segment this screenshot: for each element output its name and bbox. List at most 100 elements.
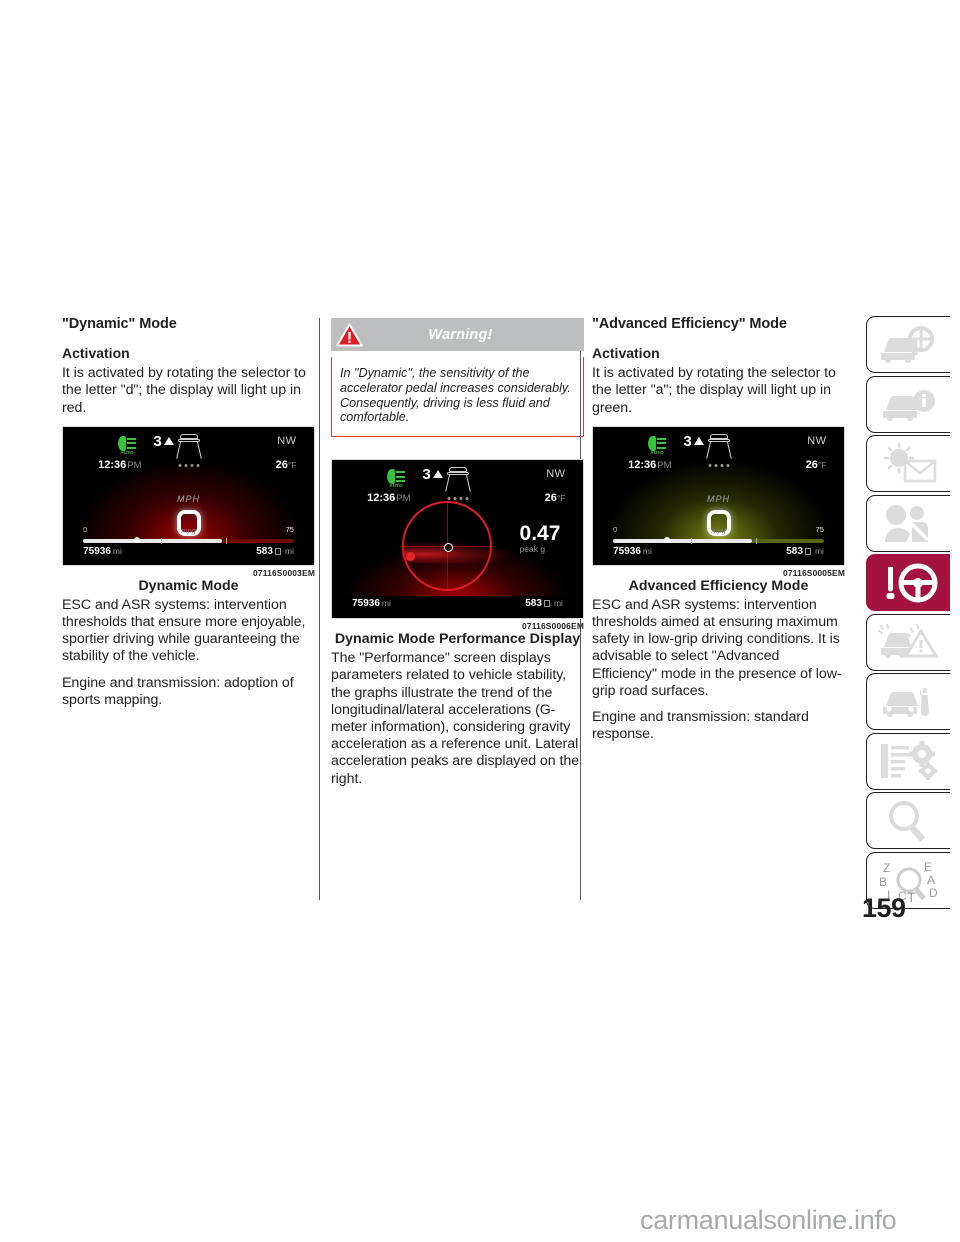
dynamic-mode-figure: AUTO 3 NW 12:36PM 26°F MPH 0 mpg 75 7593… bbox=[62, 425, 315, 595]
watermark: carmanualsonline.info bbox=[640, 1205, 897, 1235]
cluster-bottom-bar: 75936 mi 583 mi bbox=[352, 578, 563, 612]
page-dots-indicator bbox=[447, 497, 468, 501]
figure-caption-advanced: Advanced Efficiency Mode bbox=[628, 577, 809, 594]
odometer-value: 75936 mi bbox=[352, 598, 391, 610]
outside-temperature: 26°F bbox=[805, 458, 827, 471]
performance-description-text: The "Performance" screen displays parame… bbox=[331, 650, 580, 787]
sidebar-tab-maintenance[interactable] bbox=[866, 673, 950, 730]
sidebar-tab-search[interactable] bbox=[866, 792, 950, 849]
warning-triangle-icon bbox=[336, 323, 363, 347]
outside-temperature: 26°F bbox=[544, 492, 566, 505]
svg-text:B: B bbox=[879, 875, 887, 889]
cluster-clock: 12:36PM bbox=[628, 458, 672, 471]
figure-caption-dynamic: Dynamic Mode bbox=[138, 577, 239, 594]
dynamic-engine-text: Engine and transmission: adoption of spo… bbox=[62, 674, 294, 708]
svg-text:Z: Z bbox=[883, 861, 890, 875]
warning-title: Warning! bbox=[428, 326, 493, 343]
sidebar-tab-steering-wheel[interactable] bbox=[866, 554, 950, 611]
range-value: 583 mi bbox=[256, 545, 294, 557]
sidebar-tab-technical-specs[interactable] bbox=[866, 732, 950, 790]
car-lights-icon bbox=[174, 433, 204, 460]
warning-text: In "Dynamic", the sensitivity of the acc… bbox=[340, 366, 571, 425]
warning-header: Warning! bbox=[331, 318, 584, 351]
car-lights-icon bbox=[443, 467, 473, 493]
auto-headlight-label: AUTO bbox=[389, 483, 403, 489]
sidebar-tab-climate-mail[interactable] bbox=[866, 435, 950, 492]
gear-indicator: 3 bbox=[683, 433, 704, 450]
auto-headlight-label: AUTO bbox=[120, 449, 134, 455]
peak-g-value: 0.47 bbox=[519, 522, 561, 546]
advanced-esc-text: ESC and ASR systems: intervention thresh… bbox=[592, 596, 842, 699]
odometer-value: 75936 mi bbox=[613, 545, 652, 557]
range-value: 583 mi bbox=[786, 545, 824, 557]
cluster-top-bar: AUTO 3 NW 12:36PM 26°F bbox=[593, 433, 844, 480]
outside-temperature: 26°F bbox=[275, 458, 297, 471]
advanced-engine-text: Engine and transmission: standard respon… bbox=[592, 709, 809, 743]
page-dots-indicator bbox=[708, 463, 729, 467]
upshift-arrow-icon bbox=[432, 470, 443, 479]
svg-text:A: A bbox=[927, 873, 935, 887]
car-maintenance-icon bbox=[882, 687, 929, 717]
warning-body: In "Dynamic", the sensitivity of the acc… bbox=[331, 357, 584, 438]
advanced-activation-subheading: Activation bbox=[592, 345, 660, 362]
gear-indicator: 3 bbox=[422, 466, 443, 483]
upshift-arrow-icon bbox=[693, 436, 704, 445]
column-one: "Dynamic" Mode Activation It is activate… bbox=[62, 316, 315, 709]
sidebar-tab-emergency[interactable] bbox=[866, 613, 950, 671]
compass-heading: NW bbox=[807, 434, 827, 447]
sidebar-tab-car-inspection[interactable] bbox=[866, 316, 950, 373]
upshift-arrow-icon bbox=[163, 436, 174, 445]
performance-display-figure: AUTO 3 NW 12:36PM 26°F 0.47 peak g 75936… bbox=[331, 459, 584, 648]
svg-text:D: D bbox=[929, 886, 938, 900]
instrument-cluster-performance: AUTO 3 NW 12:36PM 26°F 0.47 peak g 75936… bbox=[331, 459, 584, 620]
scale-min-label: 0 bbox=[83, 524, 88, 534]
mpg-bar bbox=[83, 537, 294, 544]
car-inspection-icon bbox=[880, 325, 934, 363]
instrument-cluster-dynamic: AUTO 3 NW 12:36PM 26°F MPH 0 mpg 75 7593… bbox=[62, 425, 315, 566]
speed-unit-label: MPH bbox=[707, 493, 730, 504]
climate-mail-icon bbox=[883, 442, 936, 482]
dynamic-esc-text: ESC and ASR systems: intervention thresh… bbox=[62, 596, 306, 665]
column-two: Warning! In "Dynamic", the sensitivity o… bbox=[331, 316, 584, 788]
range-value: 583 mi bbox=[525, 598, 563, 610]
page-number: 159 bbox=[862, 893, 906, 923]
peak-g-readout: 0.47 peak g bbox=[520, 523, 561, 554]
instrument-cluster-advanced: AUTO 3 NW 12:36PM 26°F MPH 0 mpg 75 7593… bbox=[592, 425, 845, 566]
dynamic-activation-text: It is activated by rotating the selector… bbox=[62, 365, 306, 416]
advanced-activation-text: It is activated by rotating the selector… bbox=[592, 365, 836, 416]
figure-code-performance: 07116S0006EM bbox=[521, 621, 584, 632]
fuel-pump-icon bbox=[543, 600, 550, 608]
cluster-bottom-bar: 0 mpg 75 75936 mi 583 mi bbox=[613, 525, 824, 559]
auto-headlight-icon: AUTO bbox=[648, 435, 670, 455]
car-lights-icon bbox=[704, 433, 734, 460]
dynamic-activation-subheading: Activation bbox=[62, 345, 130, 362]
auto-headlight-icon: AUTO bbox=[387, 469, 409, 489]
fuel-pump-icon bbox=[274, 547, 281, 555]
scale-max-label: 75 bbox=[815, 524, 824, 534]
advanced-efficiency-figure: AUTO 3 NW 12:36PM 26°F MPH 0 mpg 75 7593… bbox=[592, 425, 845, 595]
scale-unit-label: mpg bbox=[181, 525, 196, 535]
emergency-hazard-icon bbox=[877, 623, 939, 658]
chapter-tabs: Z B I C E A D T bbox=[866, 316, 950, 911]
cluster-top-bar: AUTO 3 NW 12:36PM 26°F bbox=[63, 433, 314, 480]
odometer-value: 75936 mi bbox=[83, 545, 122, 557]
sidebar-tab-car-info[interactable] bbox=[866, 375, 950, 433]
sidebar-tab-airbag-seatbelt[interactable] bbox=[866, 494, 950, 552]
airbag-seatbelt-icon bbox=[884, 505, 929, 542]
steering-wheel-icon bbox=[886, 563, 937, 602]
search-index-icon bbox=[888, 800, 925, 842]
advanced-efficiency-heading: "Advanced Efficiency" Mode bbox=[592, 316, 787, 332]
auto-headlight-icon: AUTO bbox=[118, 435, 140, 455]
cluster-clock: 12:36PM bbox=[98, 458, 142, 471]
fuel-pump-icon bbox=[804, 547, 811, 555]
car-info-icon bbox=[882, 390, 935, 421]
dynamic-mode-heading: "Dynamic" Mode bbox=[62, 316, 177, 332]
figure-caption-performance: Dynamic Mode Performance Display bbox=[334, 631, 581, 648]
g-meter-origin bbox=[443, 542, 453, 552]
gear-indicator: 3 bbox=[153, 433, 174, 450]
manual-page: "Dynamic" Mode Activation It is activate… bbox=[0, 0, 960, 1242]
svg-text:E: E bbox=[924, 860, 932, 874]
auto-headlight-label: AUTO bbox=[650, 449, 664, 455]
speed-unit-label: MPH bbox=[177, 493, 200, 504]
cluster-clock: 12:36PM bbox=[367, 492, 411, 505]
